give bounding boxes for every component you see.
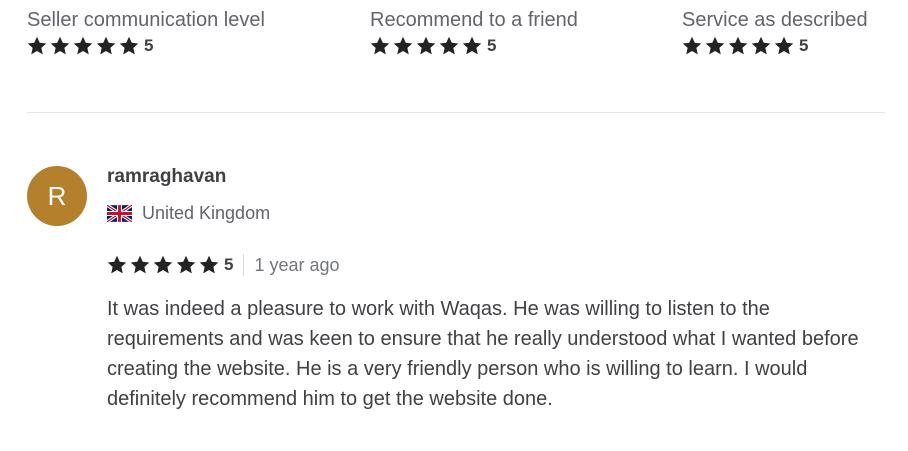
star-icon: [119, 36, 139, 56]
star-icon: [751, 36, 771, 56]
metric-stars: 5: [682, 36, 868, 56]
star-icon: [462, 36, 482, 56]
star-icon: [393, 36, 413, 56]
reviewer-username[interactable]: ramraghavan: [107, 166, 270, 188]
star-icon: [153, 255, 173, 275]
country-name: United Kingdom: [142, 203, 271, 223]
star-icon: [96, 36, 116, 56]
reviewer-country: United Kingdom: [107, 203, 270, 224]
metric-stars: 5: [370, 36, 578, 56]
avatar[interactable]: R: [27, 166, 87, 226]
star-icon: [705, 36, 725, 56]
star-icon: [73, 36, 93, 56]
metric-score: 5: [144, 36, 154, 55]
metric-label: Recommend to a friend: [370, 9, 578, 31]
metric-service-as-described: Service as described 5: [682, 8, 868, 56]
uk-flag-icon: [107, 205, 132, 222]
star-icon: [176, 255, 196, 275]
star-icon: [130, 255, 150, 275]
star-icon: [728, 36, 748, 56]
review-time: 1 year ago: [254, 254, 340, 275]
separator: [243, 254, 245, 276]
star-icon: [439, 36, 459, 56]
star-icon: [27, 36, 47, 56]
star-icon: [416, 36, 436, 56]
star-icon: [50, 36, 70, 56]
metric-seller-communication: Seller communication level 5: [27, 8, 265, 56]
review-text: It was indeed a pleasure to work with Wa…: [107, 298, 859, 410]
metric-label: Service as described: [682, 9, 868, 31]
star-icon: [107, 255, 127, 275]
star-icon: [199, 255, 219, 275]
metric-label: Seller communication level: [27, 9, 265, 31]
review-rating: 5 1 year ago: [107, 254, 340, 276]
star-icon: [682, 36, 702, 56]
metric-stars: 5: [27, 36, 265, 56]
metric-score: 5: [799, 36, 809, 55]
review-score: 5: [224, 255, 234, 274]
metric-score: 5: [487, 36, 497, 55]
metric-recommend: Recommend to a friend 5: [370, 8, 578, 56]
star-icon: [370, 36, 390, 56]
star-icon: [774, 36, 794, 56]
reviewer-info: ramraghavan United Kingdom: [107, 166, 270, 224]
divider: [27, 112, 885, 113]
rating-breakdown: Seller communication level 5 Recommend t…: [27, 8, 885, 68]
